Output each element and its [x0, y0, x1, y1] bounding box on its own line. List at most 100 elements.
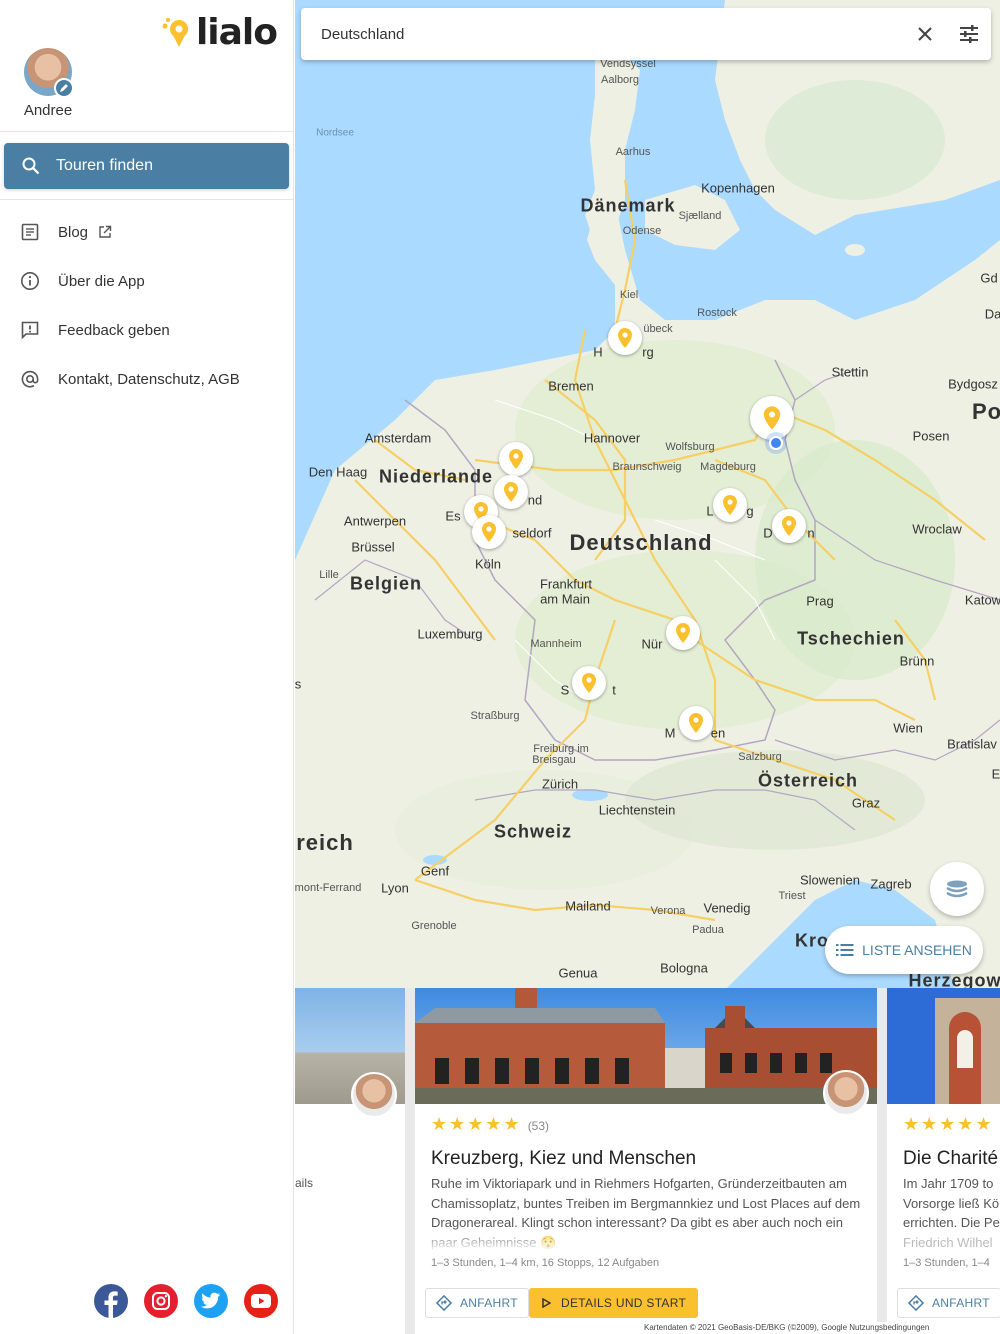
- tour-image: [887, 988, 1000, 1104]
- map-label: Nordsee: [316, 127, 354, 139]
- tour-pin-icon[interactable]: [772, 509, 806, 543]
- directions-button[interactable]: ANFAHRT: [897, 1288, 1000, 1318]
- instagram-icon[interactable]: [144, 1284, 178, 1318]
- map-label: Bremen: [548, 378, 594, 394]
- tune-icon: [960, 25, 978, 43]
- tour-pin-icon[interactable]: [666, 616, 700, 650]
- user-avatar[interactable]: [24, 48, 74, 98]
- author-avatar: [351, 1072, 397, 1118]
- map-label: Magdeburg: [700, 461, 756, 473]
- tour-card[interactable]: ★★★★★ Die Charité Im Jahr 1709 to Vorsor…: [887, 988, 1000, 1334]
- tour-pin-icon[interactable]: [608, 321, 642, 355]
- at-icon: [21, 370, 39, 388]
- map-label: Antwerpen: [343, 513, 407, 529]
- tour-pin-icon[interactable]: [750, 396, 794, 440]
- view-list-button[interactable]: LISTE ANSEHEN: [825, 926, 983, 974]
- nav-item-label: Kontakt, Datenschutz, AGB: [58, 370, 240, 388]
- map-label: Zürich: [541, 776, 579, 792]
- directions-icon: [908, 1295, 924, 1311]
- map-label: Schweiz: [493, 821, 573, 842]
- map-label: n: [807, 525, 815, 541]
- map-attribution[interactable]: Kartendaten © 2021 GeoBasis-DE/BKG (©200…: [640, 1322, 1000, 1334]
- map-label: Gd: [980, 270, 998, 286]
- tour-title: Kreuzberg, Kiez und Menschen: [431, 1148, 697, 1169]
- edit-pencil-icon[interactable]: [54, 78, 74, 98]
- twitter-icon[interactable]: [194, 1284, 228, 1318]
- tour-image: [415, 988, 877, 1104]
- map-label: Brünn: [899, 653, 935, 669]
- filter-button[interactable]: [947, 12, 991, 56]
- nav-item-blog[interactable]: Blog: [20, 222, 112, 242]
- map-label: reich: [296, 830, 354, 855]
- find-tours-button[interactable]: Touren finden: [4, 143, 289, 189]
- search-input[interactable]: Deutschland: [321, 26, 903, 43]
- map-label: seldorf: [512, 525, 552, 541]
- map-label: Triest: [778, 890, 806, 902]
- map-label: Stettin: [831, 364, 869, 380]
- tour-pin-icon[interactable]: [499, 442, 533, 476]
- close-icon: [918, 27, 932, 41]
- map-label: Venedig: [703, 900, 751, 916]
- desc-line: Vorsorge ließ Kö: [903, 1195, 1000, 1211]
- external-link-icon: [99, 225, 112, 238]
- map-layers-button[interactable]: [930, 862, 984, 916]
- map-label: S: [560, 682, 570, 698]
- article-icon: [21, 223, 39, 241]
- nav-item-contact[interactable]: Kontakt, Datenschutz, AGB: [20, 369, 240, 389]
- map-label: Aalborg: [601, 74, 639, 86]
- map-label: Bydgosz: [948, 376, 998, 392]
- card-text: ails: [295, 1176, 314, 1190]
- clear-search-button[interactable]: [903, 12, 947, 56]
- user-name: Andree: [23, 102, 73, 119]
- details-start-button[interactable]: DETAILS UND START: [529, 1288, 699, 1318]
- directions-button[interactable]: ANFAHRT: [425, 1288, 529, 1318]
- map-label: Genf: [420, 863, 450, 879]
- brand-logo[interactable]: lialo: [160, 12, 278, 53]
- map-label: Dänemark: [580, 195, 676, 216]
- map-label: Aarhus: [615, 146, 651, 158]
- tour-pin-icon[interactable]: [572, 666, 606, 700]
- tour-pin-icon[interactable]: [494, 475, 528, 509]
- view-list-label: LISTE ANSEHEN: [862, 942, 972, 958]
- tour-meta: 1–3 Stunden, 1–4 km, 16 Stopps, 12 Aufga…: [431, 1257, 660, 1269]
- map-label: Es: [445, 508, 461, 524]
- tour-pin-icon[interactable]: [472, 515, 506, 549]
- search-bar[interactable]: Deutschland: [301, 8, 991, 60]
- map-label: Lille: [319, 569, 339, 581]
- directions-label: ANFAHRT: [932, 1296, 990, 1310]
- map-label: Salzburg: [738, 751, 782, 763]
- tour-carousel[interactable]: ar ails ★★★★★(53) Kreuzberg, Kiez und Me…: [295, 988, 1000, 1334]
- nav-item-about[interactable]: Über die App: [20, 271, 145, 291]
- map-label: Zagreb: [870, 876, 912, 892]
- tour-pin-icon[interactable]: [713, 488, 747, 522]
- directions-icon: [436, 1295, 452, 1311]
- nav-item-label: Blog: [58, 223, 89, 241]
- tour-pin-icon[interactable]: [679, 706, 713, 740]
- map-label: Nür: [641, 636, 663, 652]
- map-label: Amsterdam: [364, 430, 432, 446]
- map-label: mont-Ferrand: [295, 882, 362, 894]
- map-label: am Main: [540, 591, 590, 607]
- rating-stars: ★★★★★ (53): [431, 1114, 550, 1134]
- desc-line: Friedrich Wilhel: [903, 1234, 993, 1250]
- nav-item-feedback[interactable]: Feedback geben: [20, 320, 170, 340]
- map-label: Wroclaw: [912, 521, 962, 537]
- facebook-icon[interactable]: [94, 1284, 128, 1318]
- map-label: Niederlande: [378, 466, 494, 487]
- tour-card[interactable]: ar ails: [295, 988, 405, 1334]
- map-label: Tschechien: [797, 628, 905, 649]
- map-label: Deutschland: [569, 530, 713, 555]
- play-icon: [542, 1298, 551, 1308]
- map-label: Frankfurt: [539, 576, 593, 592]
- rating-count: (53): [527, 1119, 550, 1133]
- map-label: Liechtenstein: [598, 802, 676, 818]
- tour-card[interactable]: ★★★★★ (53) Kreuzberg, Kiez und Menschen R…: [415, 988, 877, 1334]
- map[interactable]: Nordsee Vendsyssel Aalborg Aarhus Dänema…: [295, 0, 1000, 990]
- fade-overlay: [415, 1228, 877, 1252]
- tour-meta: 1–3 Stunden, 1–4: [903, 1257, 990, 1269]
- youtube-icon[interactable]: [244, 1284, 278, 1318]
- map-label: Slowenien: [800, 872, 860, 888]
- map-label: rg: [642, 344, 654, 360]
- map-label: Den Haag: [308, 464, 368, 480]
- map-label: Kro: [795, 930, 829, 951]
